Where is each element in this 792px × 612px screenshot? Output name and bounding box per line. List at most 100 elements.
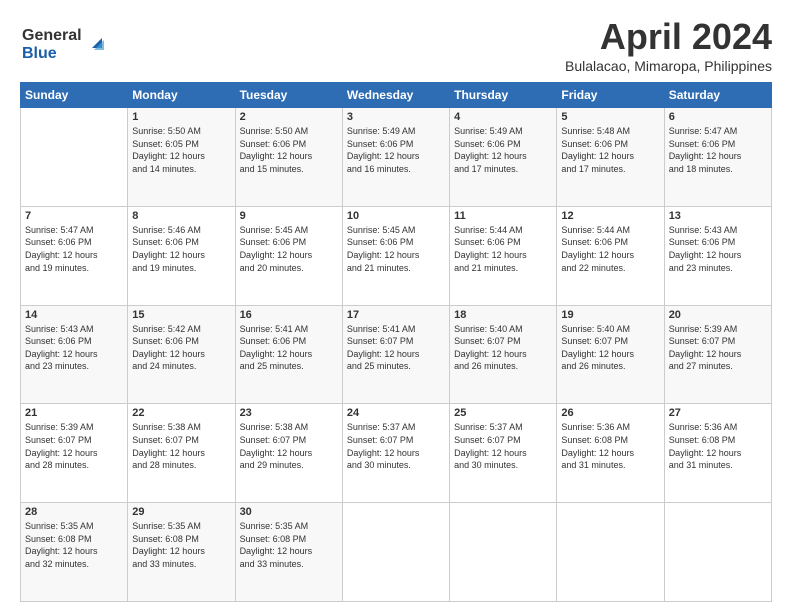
- day-info: Sunrise: 5:37 AM Sunset: 6:07 PM Dayligh…: [347, 421, 445, 471]
- header: General Blue April 2024 Bulalacao, Mimar…: [20, 16, 772, 74]
- day-number: 6: [669, 111, 767, 123]
- calendar-cell: [557, 503, 664, 602]
- calendar-cell: 22 Sunrise: 5:38 AM Sunset: 6:07 PM Dayli…: [128, 404, 235, 503]
- calendar-cell: 27 Sunrise: 5:36 AM Sunset: 6:08 PM Dayli…: [664, 404, 771, 503]
- header-friday: Friday: [557, 83, 664, 108]
- calendar-cell: 12Sunrise: 5:44 AM Sunset: 6:06 PM Dayli…: [557, 206, 664, 305]
- day-number: 1: [132, 111, 230, 123]
- day-info: Sunrise: 5:48 AM Sunset: 6:06 PM Dayligh…: [561, 125, 659, 175]
- day-number: 24: [347, 407, 445, 419]
- day-number: 19: [561, 309, 659, 321]
- day-number: 26: [561, 407, 659, 419]
- day-number: 22: [132, 407, 230, 419]
- calendar-cell: 7 Sunrise: 5:47 AM Sunset: 6:06 PM Daylig…: [21, 206, 128, 305]
- day-number: 2: [240, 111, 338, 123]
- day-info: Sunrise: 5:37 AM Sunset: 6:07 PM Dayligh…: [454, 421, 552, 471]
- day-number: 11: [454, 210, 552, 222]
- day-info: Sunrise: 5:44 AM Sunset: 6:06 PM Dayligh…: [454, 224, 552, 274]
- calendar-cell: 28Sunrise: 5:35 AM Sunset: 6:08 PM Dayli…: [21, 503, 128, 602]
- calendar-cell: 10 Sunrise: 5:45 AM Sunset: 6:06 PM Dayli…: [342, 206, 449, 305]
- calendar-cell: 25 Sunrise: 5:37 AM Sunset: 6:07 PM Dayli…: [450, 404, 557, 503]
- day-info: Sunrise: 5:35 AM Sunset: 6:08 PM Dayligh…: [25, 520, 123, 570]
- day-number: 9: [240, 210, 338, 222]
- header-wednesday: Wednesday: [342, 83, 449, 108]
- logo-text: General Blue: [20, 20, 110, 69]
- calendar-cell: 8 Sunrise: 5:46 AM Sunset: 6:06 PM Daylig…: [128, 206, 235, 305]
- day-number: 29: [132, 506, 230, 518]
- header-monday: Monday: [128, 83, 235, 108]
- day-info: Sunrise: 5:39 AM Sunset: 6:07 PM Dayligh…: [25, 421, 123, 471]
- svg-text:Blue: Blue: [22, 45, 57, 62]
- header-thursday: Thursday: [450, 83, 557, 108]
- day-number: 17: [347, 309, 445, 321]
- day-number: 27: [669, 407, 767, 419]
- day-info: Sunrise: 5:49 AM Sunset: 6:06 PM Dayligh…: [347, 125, 445, 175]
- calendar-table: Sunday Monday Tuesday Wednesday Thursday…: [20, 82, 772, 602]
- day-number: 25: [454, 407, 552, 419]
- day-number: 8: [132, 210, 230, 222]
- day-info: Sunrise: 5:39 AM Sunset: 6:07 PM Dayligh…: [669, 323, 767, 373]
- day-info: Sunrise: 5:43 AM Sunset: 6:06 PM Dayligh…: [669, 224, 767, 274]
- day-number: 4: [454, 111, 552, 123]
- day-info: Sunrise: 5:47 AM Sunset: 6:06 PM Dayligh…: [669, 125, 767, 175]
- logo: General Blue: [20, 20, 110, 69]
- calendar-cell: 20 Sunrise: 5:39 AM Sunset: 6:07 PM Dayli…: [664, 305, 771, 404]
- calendar-cell: 30 Sunrise: 5:35 AM Sunset: 6:08 PM Dayli…: [235, 503, 342, 602]
- week-row-2: 7 Sunrise: 5:47 AM Sunset: 6:06 PM Daylig…: [21, 206, 772, 305]
- calendar-cell: 4 Sunrise: 5:49 AM Sunset: 6:06 PM Daylig…: [450, 108, 557, 207]
- day-info: Sunrise: 5:45 AM Sunset: 6:06 PM Dayligh…: [240, 224, 338, 274]
- day-number: 20: [669, 309, 767, 321]
- header-tuesday: Tuesday: [235, 83, 342, 108]
- day-info: Sunrise: 5:38 AM Sunset: 6:07 PM Dayligh…: [132, 421, 230, 471]
- day-info: Sunrise: 5:50 AM Sunset: 6:06 PM Dayligh…: [240, 125, 338, 175]
- week-row-1: 1 Sunrise: 5:50 AM Sunset: 6:05 PM Daylig…: [21, 108, 772, 207]
- day-number: 13: [669, 210, 767, 222]
- svg-text:General: General: [22, 27, 82, 44]
- day-number: 23: [240, 407, 338, 419]
- day-info: Sunrise: 5:47 AM Sunset: 6:06 PM Dayligh…: [25, 224, 123, 274]
- day-number: 7: [25, 210, 123, 222]
- calendar-cell: 21 Sunrise: 5:39 AM Sunset: 6:07 PM Dayli…: [21, 404, 128, 503]
- calendar-cell: 11 Sunrise: 5:44 AM Sunset: 6:06 PM Dayli…: [450, 206, 557, 305]
- day-info: Sunrise: 5:40 AM Sunset: 6:07 PM Dayligh…: [454, 323, 552, 373]
- day-info: Sunrise: 5:41 AM Sunset: 6:06 PM Dayligh…: [240, 323, 338, 373]
- day-number: 16: [240, 309, 338, 321]
- month-title: April 2024: [565, 16, 772, 58]
- calendar-cell: 5Sunrise: 5:48 AM Sunset: 6:06 PM Daylig…: [557, 108, 664, 207]
- calendar-cell: 23 Sunrise: 5:38 AM Sunset: 6:07 PM Dayli…: [235, 404, 342, 503]
- calendar-cell: 26 Sunrise: 5:36 AM Sunset: 6:08 PM Dayli…: [557, 404, 664, 503]
- day-info: Sunrise: 5:38 AM Sunset: 6:07 PM Dayligh…: [240, 421, 338, 471]
- day-info: Sunrise: 5:46 AM Sunset: 6:06 PM Dayligh…: [132, 224, 230, 274]
- header-sunday: Sunday: [21, 83, 128, 108]
- calendar-cell: 3 Sunrise: 5:49 AM Sunset: 6:06 PM Daylig…: [342, 108, 449, 207]
- day-info: Sunrise: 5:49 AM Sunset: 6:06 PM Dayligh…: [454, 125, 552, 175]
- week-row-4: 21 Sunrise: 5:39 AM Sunset: 6:07 PM Dayli…: [21, 404, 772, 503]
- day-number: 18: [454, 309, 552, 321]
- calendar-cell: 16 Sunrise: 5:41 AM Sunset: 6:06 PM Dayli…: [235, 305, 342, 404]
- day-number: 30: [240, 506, 338, 518]
- calendar-header-row: Sunday Monday Tuesday Wednesday Thursday…: [21, 83, 772, 108]
- calendar-cell: 13 Sunrise: 5:43 AM Sunset: 6:06 PM Dayli…: [664, 206, 771, 305]
- day-info: Sunrise: 5:45 AM Sunset: 6:06 PM Dayligh…: [347, 224, 445, 274]
- calendar-cell: [342, 503, 449, 602]
- calendar-cell: 6 Sunrise: 5:47 AM Sunset: 6:06 PM Daylig…: [664, 108, 771, 207]
- day-number: 15: [132, 309, 230, 321]
- calendar-cell: 2 Sunrise: 5:50 AM Sunset: 6:06 PM Daylig…: [235, 108, 342, 207]
- calendar-cell: 18 Sunrise: 5:40 AM Sunset: 6:07 PM Dayli…: [450, 305, 557, 404]
- week-row-5: 28Sunrise: 5:35 AM Sunset: 6:08 PM Dayli…: [21, 503, 772, 602]
- day-number: 3: [347, 111, 445, 123]
- day-info: Sunrise: 5:50 AM Sunset: 6:05 PM Dayligh…: [132, 125, 230, 175]
- page: General Blue April 2024 Bulalacao, Mimar…: [0, 0, 792, 612]
- calendar-cell: [664, 503, 771, 602]
- calendar-cell: 1 Sunrise: 5:50 AM Sunset: 6:05 PM Daylig…: [128, 108, 235, 207]
- day-number: 10: [347, 210, 445, 222]
- calendar-cell: 17Sunrise: 5:41 AM Sunset: 6:07 PM Dayli…: [342, 305, 449, 404]
- day-info: Sunrise: 5:40 AM Sunset: 6:07 PM Dayligh…: [561, 323, 659, 373]
- day-info: Sunrise: 5:36 AM Sunset: 6:08 PM Dayligh…: [561, 421, 659, 471]
- calendar-cell: 9 Sunrise: 5:45 AM Sunset: 6:06 PM Daylig…: [235, 206, 342, 305]
- day-info: Sunrise: 5:35 AM Sunset: 6:08 PM Dayligh…: [240, 520, 338, 570]
- calendar-cell: [450, 503, 557, 602]
- day-info: Sunrise: 5:36 AM Sunset: 6:08 PM Dayligh…: [669, 421, 767, 471]
- day-number: 21: [25, 407, 123, 419]
- calendar-cell: 29Sunrise: 5:35 AM Sunset: 6:08 PM Dayli…: [128, 503, 235, 602]
